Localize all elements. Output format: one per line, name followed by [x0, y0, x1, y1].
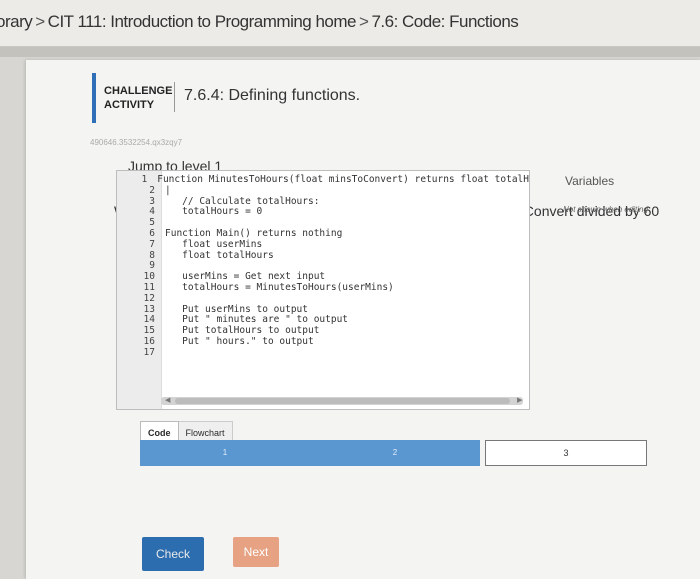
line-code[interactable] — [161, 294, 165, 305]
activity-type-line2: ACTIVITY — [104, 99, 155, 111]
activity-type-badge: CHALLENGE ACTIVITY — [92, 73, 173, 123]
line-number: 1 — [141, 174, 148, 185]
activity-type-line1: CHALLENGE — [104, 85, 173, 97]
code-editor[interactable]: 1 Function MinutesToHours(float minsToCon… — [116, 170, 530, 410]
divider — [174, 82, 175, 112]
level-1-segment[interactable]: 1 — [140, 440, 310, 466]
variables-title: Variables — [565, 174, 615, 188]
activity-id: 490646.3532254.qx3zqy7 — [90, 138, 183, 147]
code-line[interactable]: 16 Put " hours." to output — [117, 336, 529, 348]
check-button[interactable]: Check — [142, 537, 204, 571]
line-code[interactable]: totalHours = MinutesToHours(userMins) — [161, 282, 394, 294]
code-line[interactable]: 12 — [117, 292, 529, 305]
line-code[interactable]: totalHours = 0 — [161, 207, 262, 218]
line-code[interactable]: | — [161, 185, 171, 197]
scroll-right-icon[interactable]: ▶ — [517, 396, 522, 404]
line-code[interactable]: Put " hours." to output — [161, 336, 314, 348]
breadcrumb: orary > CIT 111: Introduction to Programmi… — [0, 12, 519, 32]
breadcrumb-separator: > — [359, 12, 369, 31]
line-code[interactable] — [161, 348, 165, 359]
code-line[interactable]: 1 Function MinutesToHours(float minsToCon… — [117, 174, 529, 186]
next-button[interactable]: Next — [233, 537, 279, 567]
breadcrumb-item-course-home[interactable]: CIT 111: Introduction to Programming hom… — [48, 12, 357, 31]
code-line[interactable]: 7 float userMins — [117, 238, 529, 251]
line-number: 12 — [143, 292, 155, 304]
variables-note: Not shown when editing — [563, 205, 648, 214]
code-line[interactable]: 17 — [117, 346, 529, 359]
top-bar: orary > CIT 111: Introduction to Programmi… — [0, 0, 700, 47]
breadcrumb-item-library[interactable]: orary — [0, 12, 33, 31]
breadcrumb-separator: > — [35, 12, 45, 31]
line-code[interactable]: Function MinutesToHours(float minsToConv… — [153, 174, 529, 186]
level-2-segment[interactable]: 2 — [310, 440, 480, 466]
level-progress-bar: 1 2 — [140, 440, 480, 466]
line-number: 2 — [149, 184, 155, 196]
code-line[interactable]: 11 totalHours = MinutesToHours(userMins) — [117, 282, 529, 294]
toolbar-band — [0, 47, 700, 57]
level-3-segment[interactable]: 3 — [485, 440, 647, 466]
code-line[interactable]: 4 totalHours = 0 — [117, 207, 529, 218]
code-lines[interactable]: 1 Function MinutesToHours(float minsToCon… — [117, 174, 529, 359]
line-code[interactable]: float userMins — [161, 239, 262, 251]
activity-title: 7.6.4: Defining functions. — [184, 87, 361, 104]
horizontal-scrollbar[interactable] — [161, 397, 523, 405]
line-number: 17 — [143, 346, 155, 358]
line-code[interactable]: float totalHours — [161, 250, 274, 262]
code-line[interactable]: 8 float totalHours — [117, 250, 529, 262]
line-number: 7 — [149, 238, 155, 250]
code-line[interactable]: 2 | — [117, 184, 529, 197]
scroll-left-icon[interactable]: ◀ — [165, 396, 170, 404]
scrollbar-thumb[interactable] — [175, 398, 510, 404]
breadcrumb-item-section[interactable]: 7.6: Code: Functions — [371, 12, 518, 31]
